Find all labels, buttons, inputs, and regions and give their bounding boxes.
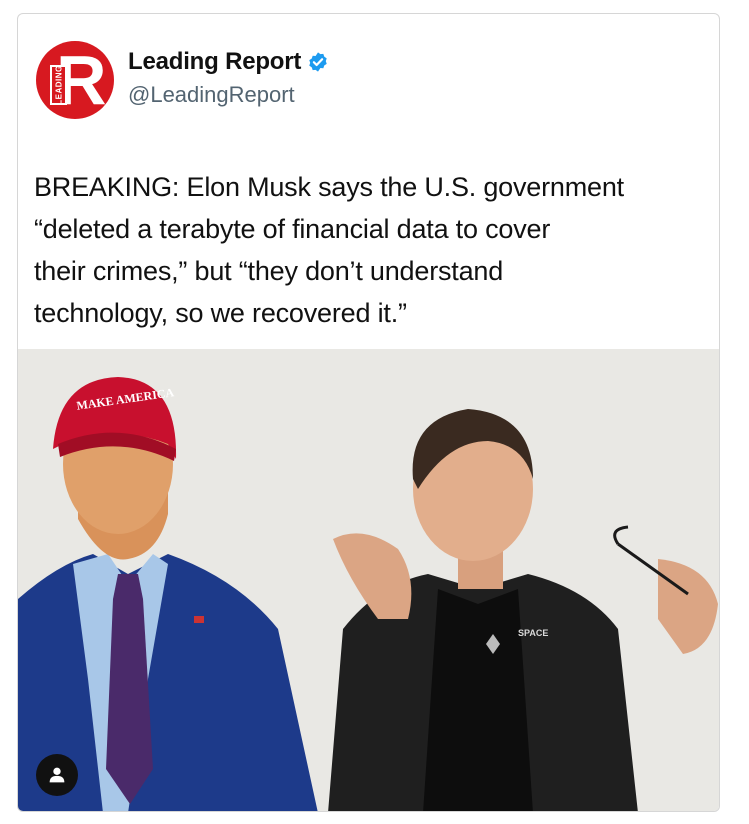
post-image[interactable]: MAKE AMERICA SPACE — [18, 349, 719, 811]
tweet-line: their crimes,” but “they don’t understan… — [34, 256, 504, 286]
shirt-text: SPACE — [518, 628, 548, 638]
tweet-line: BREAKING: Elon Musk says the U.S. govern… — [34, 172, 624, 202]
right-figure-right-hand — [658, 559, 718, 654]
post-card: R LEADING Leading Report @LeadingReport … — [17, 13, 720, 812]
user-icon[interactable] — [36, 754, 78, 796]
tweet-text: BREAKING: Elon Musk says the U.S. govern… — [34, 166, 704, 334]
logo-band: LEADING — [50, 65, 67, 105]
name-row: Leading Report — [128, 48, 329, 76]
photo-illustration: MAKE AMERICA SPACE — [18, 377, 718, 811]
flag-pin — [194, 616, 204, 623]
post-header: R LEADING Leading Report @LeadingReport — [18, 14, 719, 144]
account-handle[interactable]: @LeadingReport — [128, 82, 295, 108]
right-figure-left-hand — [333, 533, 412, 619]
display-name[interactable]: Leading Report — [128, 48, 301, 76]
tweet-line: “deleted a terabyte of financial data to… — [34, 214, 551, 244]
person-icon — [49, 767, 65, 783]
right-figure-shirt — [423, 589, 533, 811]
tweet-line: technology, so we recovered it.” — [34, 298, 407, 328]
profile-avatar[interactable]: R LEADING — [36, 41, 114, 119]
verified-badge-icon — [309, 52, 327, 72]
logo-band-text: LEADING — [54, 65, 63, 105]
